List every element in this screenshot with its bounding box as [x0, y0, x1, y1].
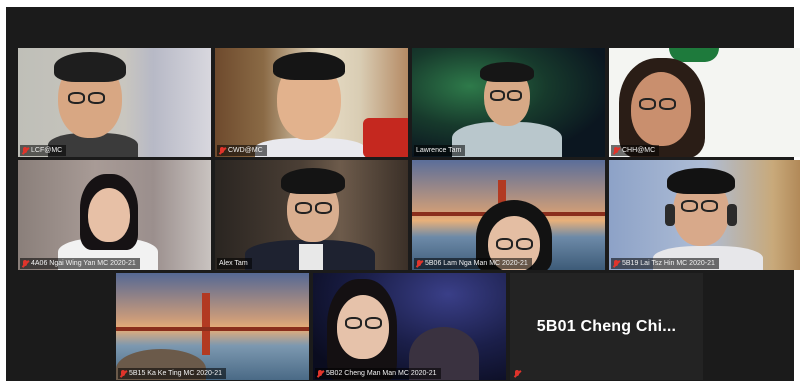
participant-tile[interactable]: Lawrence Tam: [412, 48, 605, 157]
participant-tile[interactable]: Alex Tam: [215, 160, 408, 270]
bridge-deck: [116, 327, 309, 331]
participant-name: 5B19 Lai Tsz Hin MC 2020-21: [622, 260, 715, 267]
participant-tile[interactable]: 5B15 Ka Ke Ting MC 2020-21: [116, 273, 309, 380]
shirt: [299, 244, 323, 270]
headphones: [665, 204, 675, 226]
participant-name: Lawrence Tam: [416, 147, 462, 154]
participant-body: [452, 122, 562, 157]
bridge-tower: [202, 293, 210, 355]
participant-face: [337, 295, 389, 359]
participant-display-name: 5B01 Cheng Chi...: [536, 317, 677, 335]
participant-body: [255, 138, 365, 157]
participant-name: CWD@MC: [228, 147, 263, 154]
microphone-muted-icon: [613, 146, 619, 155]
participant-name-label: Lawrence Tam: [414, 145, 466, 156]
microphone-muted-icon: [416, 259, 422, 268]
participant-hair: [54, 52, 126, 82]
participant-tile[interactable]: 5B02 Cheng Man Man MC 2020-21: [313, 273, 506, 380]
participant-name: 5B02 Cheng Man Man MC 2020-21: [326, 370, 437, 377]
participant-tile[interactable]: 5B19 Lai Tsz Hin MC 2020-21: [609, 160, 800, 270]
participant-tile[interactable]: 5B06 Lam Nga Man MC 2020-21: [412, 160, 605, 270]
participant-name-label: [512, 368, 524, 379]
participant-name: 4A06 Ngai Wing Yan MC 2020-21: [31, 260, 136, 267]
participant-name-label: 5B15 Ka Ke Ting MC 2020-21: [118, 368, 227, 379]
participant-name: 5B06 Lam Nga Man MC 2020-21: [425, 260, 528, 267]
participant-name-label: LCF@MC: [20, 145, 67, 156]
participant-name: Alex Tam: [219, 260, 248, 267]
participant-hair: [281, 168, 345, 194]
participant-name-label: 5B02 Cheng Man Man MC 2020-21: [315, 368, 441, 379]
participant-name-label: CWD@MC: [217, 145, 267, 156]
participant-tile[interactable]: 4A06 Ngai Wing Yan MC 2020-21: [18, 160, 211, 270]
participant-name-label: 4A06 Ngai Wing Yan MC 2020-21: [20, 258, 140, 269]
participant-name-label: 5B06 Lam Nga Man MC 2020-21: [414, 258, 532, 269]
participant-hair: [480, 62, 534, 82]
red-chair: [363, 118, 408, 157]
participant-tile[interactable]: CWD@MC: [215, 48, 408, 157]
headphones: [727, 204, 737, 226]
microphone-muted-icon: [120, 369, 126, 378]
participant-name-label: Alex Tam: [217, 258, 252, 269]
participant-face: [88, 188, 130, 242]
microphone-muted-icon: [514, 369, 520, 378]
microphone-muted-icon: [22, 259, 28, 268]
participant-name: LCF@MC: [31, 147, 63, 154]
participant-tile-active-speaker[interactable]: CHH@MC: [609, 48, 800, 157]
microphone-muted-icon: [317, 369, 323, 378]
participant-tile[interactable]: LCF@MC: [18, 48, 211, 157]
participant-name: 5B15 Ka Ke Ting MC 2020-21: [129, 370, 223, 377]
participant-name-label: CHH@MC: [611, 145, 660, 156]
microphone-muted-icon: [219, 146, 225, 155]
microphone-muted-icon: [613, 259, 619, 268]
microphone-muted-icon: [22, 146, 28, 155]
participant-name-label: 5B19 Lai Tsz Hin MC 2020-21: [611, 258, 719, 269]
participant-name: CHH@MC: [622, 147, 656, 154]
participant-tile-camera-off[interactable]: 5B01 Cheng Chi...: [510, 273, 703, 380]
participant-hair: [667, 168, 735, 194]
meeting-gallery-view: LCF@MC CWD@MC Lawrence Tam CHH@MC 4A06 N…: [6, 7, 800, 381]
participant-hair: [273, 52, 345, 80]
